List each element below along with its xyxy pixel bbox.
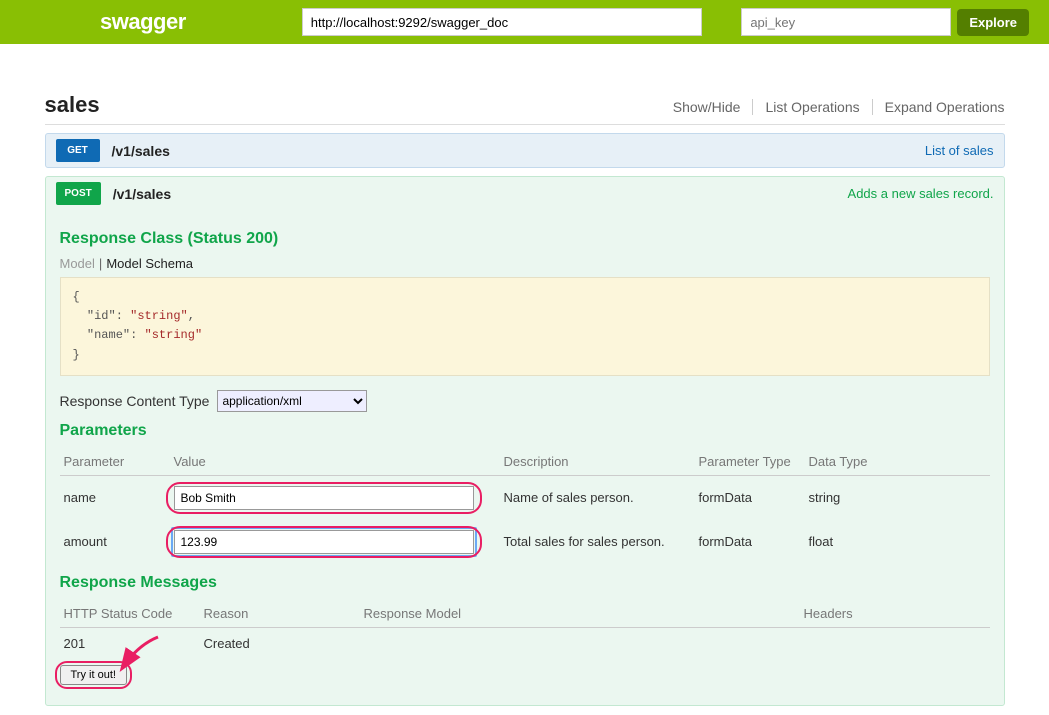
th-reason: Reason [200,600,360,628]
tab-model-schema[interactable]: Model Schema [106,256,193,271]
schema-val-name: string [152,328,195,342]
th-headers: Headers [800,600,990,628]
resp-code: 201 [60,627,200,659]
operation-post: POST /v1/sales Adds a new sales record. … [45,176,1005,706]
operation-get-header: GET /v1/sales List of sales [46,134,1004,167]
th-value: Value [170,448,500,476]
apikey-input[interactable] [741,8,951,36]
method-badge-get: GET [56,139,100,162]
schema-val-id: string [137,309,180,323]
list-operations-link[interactable]: List Operations [753,99,872,115]
expand-operations-link[interactable]: Expand Operations [873,99,1005,115]
schema-key-name: name [94,328,123,342]
response-messages-table: HTTP Status Code Reason Response Model H… [60,600,990,659]
try-it-out-button[interactable]: Try it out! [60,665,127,685]
operation-get-path[interactable]: /v1/sales [112,143,170,159]
schema-box[interactable]: { "id": "string", "name": "string" } [60,277,990,376]
param-amount-input[interactable] [174,530,474,554]
parameters-table: Parameter Value Description Parameter Ty… [60,448,990,564]
response-content-type-label: Response Content Type [60,393,210,409]
param-name: name [60,475,170,520]
swagger-url-input[interactable] [302,8,702,36]
param-desc: Total sales for sales person. [500,520,695,564]
operation-get[interactable]: GET /v1/sales List of sales [45,133,1005,168]
th-data-type: Data Type [805,448,990,476]
tab-model[interactable]: Model [60,256,95,271]
operation-post-body: Response Class (Status 200) Model|Model … [46,210,1004,705]
table-row: amount Total sales for sales person. for… [60,520,990,564]
param-dtype: string [805,475,990,520]
model-tabs: Model|Model Schema [60,256,990,271]
top-header: swagger Explore [0,0,1049,44]
explore-button[interactable]: Explore [957,9,1029,36]
table-row: name Name of sales person. formData stri… [60,475,990,520]
response-content-type-row: Response Content Type application/xml [60,390,990,412]
resource-header: sales Show/Hide List Operations Expand O… [45,92,1005,125]
showhide-link[interactable]: Show/Hide [661,99,754,115]
th-parameter: Parameter [60,448,170,476]
operation-post-summary[interactable]: Adds a new sales record. [848,186,994,201]
resource-links: Show/Hide List Operations Expand Operati… [661,99,1005,115]
table-row: 201 Created [60,627,990,659]
param-name-input[interactable] [174,486,474,510]
param-ptype: formData [695,520,805,564]
th-parameter-type: Parameter Type [695,448,805,476]
response-messages-title: Response Messages [60,574,990,592]
operation-post-header[interactable]: POST /v1/sales Adds a new sales record. [46,177,1004,210]
th-description: Description [500,448,695,476]
th-response-model: Response Model [360,600,800,628]
response-class-title: Response Class (Status 200) [60,230,990,248]
resource-title[interactable]: sales [45,92,661,118]
parameters-title: Parameters [60,422,990,440]
param-ptype: formData [695,475,805,520]
method-badge-post: POST [56,182,101,205]
resp-reason: Created [200,627,360,659]
param-dtype: float [805,520,990,564]
param-name: amount [60,520,170,564]
logo: swagger [100,9,186,35]
param-desc: Name of sales person. [500,475,695,520]
schema-key-id: id [94,309,108,323]
operation-post-path[interactable]: /v1/sales [113,186,171,202]
th-status-code: HTTP Status Code [60,600,200,628]
operation-get-summary[interactable]: List of sales [925,143,994,158]
response-content-type-select[interactable]: application/xml [217,390,367,412]
main-container: sales Show/Hide List Operations Expand O… [45,92,1005,706]
